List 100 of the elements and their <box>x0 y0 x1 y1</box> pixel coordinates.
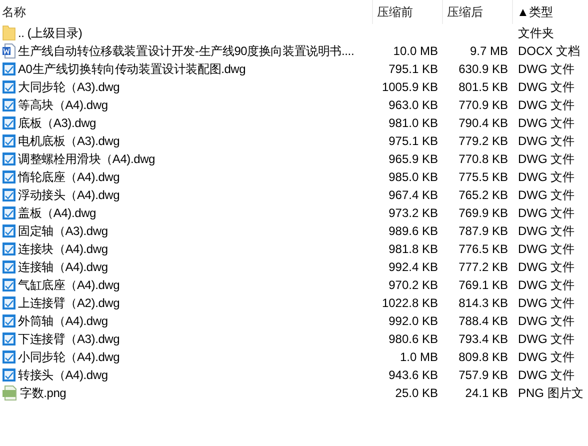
column-header[interactable]: 压缩后 <box>442 0 512 24</box>
drawing-file-icon <box>2 115 16 131</box>
compressed-size: 790.4 KB <box>458 116 508 130</box>
drawing-file-icon <box>2 151 16 167</box>
file-type: DWG 文件 <box>518 242 575 256</box>
compressed-size: 769.9 KB <box>458 206 508 220</box>
file-name[interactable]: 气缸底座（A4).dwg <box>18 276 120 294</box>
file-type: DWG 文件 <box>518 296 575 310</box>
compressed-size: 809.8 KB <box>458 350 508 364</box>
file-name[interactable]: 小同步轮（A4).dwg <box>18 348 120 366</box>
file-name[interactable]: 外筒轴（A4).dwg <box>18 312 108 330</box>
file-name[interactable]: 转接头（A4).dwg <box>18 366 108 384</box>
column-header[interactable]: 名称 <box>0 0 372 24</box>
compressed-size: 24.1 KB <box>465 386 508 400</box>
original-size: 992.4 KB <box>388 260 438 274</box>
compressed-size: 801.5 KB <box>458 80 508 94</box>
file-name[interactable]: .. (上级目录) <box>18 24 82 42</box>
image-file-icon <box>2 385 18 401</box>
file-type: DWG 文件 <box>518 80 575 94</box>
file-name[interactable]: 下连接臂（A3).dwg <box>18 330 120 348</box>
file-type: DOCX 文档 <box>518 44 580 58</box>
drawing-file-icon <box>2 79 16 95</box>
file-type: DWG 文件 <box>518 224 575 238</box>
drawing-file-icon <box>2 277 16 293</box>
file-name[interactable]: 底板（A3).dwg <box>18 114 96 132</box>
file-type: DWG 文件 <box>518 62 575 76</box>
compressed-size: 779.2 KB <box>458 134 508 148</box>
original-size: 985.0 KB <box>388 170 438 184</box>
file-name[interactable]: 盖板（A4).dwg <box>18 204 96 222</box>
original-size: 989.6 KB <box>388 224 438 238</box>
folder-icon <box>2 25 16 41</box>
column-header[interactable]: ▲类型 <box>512 0 588 24</box>
drawing-file-icon <box>2 331 16 347</box>
file-type: DWG 文件 <box>518 350 575 364</box>
file-name[interactable]: 浮动接头（A4).dwg <box>18 186 120 204</box>
file-name[interactable]: 生产线自动转位移载装置设计开发-生产线90度换向装置说明书.... <box>18 42 354 60</box>
original-size: 25.0 KB <box>395 386 438 400</box>
compressed-size: 770.9 KB <box>458 98 508 112</box>
file-type: 文件夹 <box>518 26 554 40</box>
column-header[interactable]: 压缩前 <box>372 0 442 24</box>
drawing-file-icon <box>2 349 16 365</box>
file-type: DWG 文件 <box>518 314 575 328</box>
drawing-file-icon <box>2 187 16 203</box>
file-type: DWG 文件 <box>518 170 575 184</box>
drawing-file-icon <box>2 97 16 113</box>
compressed-size: 814.3 KB <box>458 296 508 310</box>
original-size: 973.2 KB <box>388 206 438 220</box>
file-type: PNG 图片文 <box>518 386 584 400</box>
file-type: DWG 文件 <box>518 134 575 148</box>
compressed-size: 787.9 KB <box>458 224 508 238</box>
original-size: 963.0 KB <box>388 98 438 112</box>
compressed-size: 757.9 KB <box>458 368 508 382</box>
file-name[interactable]: 固定轴（A3).dwg <box>18 222 108 240</box>
file-type: DWG 文件 <box>518 152 575 166</box>
drawing-file-icon <box>2 367 16 383</box>
drawing-file-icon <box>2 205 16 221</box>
original-size: 967.4 KB <box>388 188 438 202</box>
file-name[interactable]: 大同步轮（A3).dwg <box>18 78 120 96</box>
file-type: DWG 文件 <box>518 116 575 130</box>
compressed-size: 793.4 KB <box>458 332 508 346</box>
file-name[interactable]: 上连接臂（A2).dwg <box>18 294 120 312</box>
file-name[interactable]: 调整螺栓用滑块（A4).dwg <box>18 150 156 168</box>
file-name[interactable]: 惰轮底座（A4).dwg <box>18 168 120 186</box>
original-size: 1.0 MB <box>400 350 438 364</box>
original-size: 1005.9 KB <box>382 80 438 94</box>
file-name[interactable]: 电机底板（A3).dwg <box>18 132 120 150</box>
file-name[interactable]: 等高块（A4).dwg <box>18 96 108 114</box>
drawing-file-icon <box>2 169 16 185</box>
file-name[interactable]: A0生产线切换转向传动装置设计装配图.dwg <box>18 60 246 78</box>
file-type: DWG 文件 <box>518 368 575 382</box>
drawing-file-icon <box>2 259 16 275</box>
original-size: 10.0 MB <box>393 44 438 58</box>
file-type: DWG 文件 <box>518 260 575 274</box>
file-type: DWG 文件 <box>518 188 575 202</box>
compressed-size: 630.9 KB <box>458 62 508 76</box>
compressed-size: 770.8 KB <box>458 152 508 166</box>
original-size: 965.9 KB <box>388 152 438 166</box>
drawing-file-icon <box>2 133 16 149</box>
file-name[interactable]: 连接轴（A4).dwg <box>18 258 108 276</box>
compressed-size: 788.4 KB <box>458 314 508 328</box>
drawing-file-icon <box>2 223 16 239</box>
original-size: 980.6 KB <box>388 332 438 346</box>
compressed-size: 9.7 MB <box>470 44 508 58</box>
compressed-size: 769.1 KB <box>458 278 508 292</box>
original-size: 981.0 KB <box>388 116 438 130</box>
file-type: DWG 文件 <box>518 206 575 220</box>
file-type: DWG 文件 <box>518 98 575 112</box>
compressed-size: 765.2 KB <box>458 188 508 202</box>
compressed-size: 776.5 KB <box>458 242 508 256</box>
file-type: DWG 文件 <box>518 278 575 292</box>
original-size: 1022.8 KB <box>382 296 438 310</box>
drawing-file-icon <box>2 241 16 257</box>
file-name[interactable]: 连接块（A4).dwg <box>18 240 108 258</box>
original-size: 981.8 KB <box>388 242 438 256</box>
original-size: 795.1 KB <box>388 62 438 76</box>
file-name[interactable]: 字数.png <box>20 384 66 402</box>
original-size: 975.1 KB <box>388 134 438 148</box>
original-size: 943.6 KB <box>388 368 438 382</box>
original-size: 992.0 KB <box>388 314 438 328</box>
drawing-file-icon <box>2 61 16 77</box>
